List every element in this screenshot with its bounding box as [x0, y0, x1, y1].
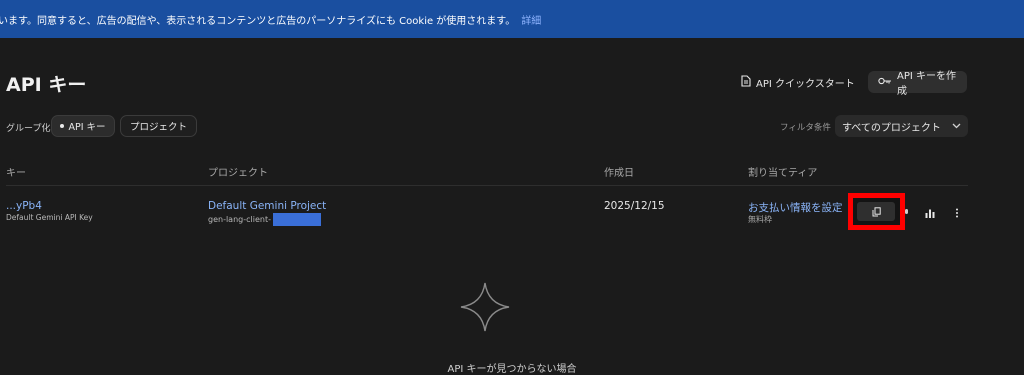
copy-key-button[interactable]: [857, 202, 895, 221]
redaction-box: [272, 213, 321, 226]
column-header-project: プロジェクト: [208, 168, 268, 179]
api-quickstart-button[interactable]: API クイックスタート: [737, 71, 859, 93]
column-header-created: 作成日: [604, 168, 634, 179]
document-icon: [741, 74, 751, 90]
usage-chart-button[interactable]: [922, 204, 938, 220]
project-filter-value: すべてのプロジェクト: [842, 122, 941, 134]
cookie-banner: います。同意すると、広告の配信や、表示されるコンテンツと広告のパーソナライズにも…: [0, 0, 1024, 38]
selected-dot-icon: [60, 124, 65, 128]
cookie-banner-text: います。同意すると、広告の配信や、表示されるコンテンツと広告のパーソナライズにも…: [0, 15, 516, 27]
api-key-name: Default Gemini API Key: [6, 213, 93, 222]
sparkle-icon: [459, 281, 511, 333]
bar-chart-icon: [925, 203, 935, 222]
group-by-api-key-chip[interactable]: API キー: [51, 115, 115, 137]
column-header-tier: 割り当てティア: [748, 168, 818, 179]
set-billing-link[interactable]: お支払い情報を設定: [748, 200, 843, 215]
group-by-api-key-label: API キー: [68, 122, 106, 133]
created-date: 2025/12/15: [604, 200, 665, 212]
tier-label: 無料枠: [748, 215, 772, 224]
api-quickstart-label: API クイックスタート: [756, 78, 855, 90]
create-api-key-label: API キーを作成: [897, 71, 956, 97]
project-id: gen-lang-client-: [208, 213, 321, 226]
cookie-details-link[interactable]: 詳細: [521, 12, 541, 27]
more-options-button[interactable]: [949, 204, 965, 220]
column-header-key: キー: [6, 168, 26, 179]
group-by-label: グループ化: [6, 124, 51, 134]
project-link[interactable]: Default Gemini Project: [208, 200, 326, 212]
key-icon: [878, 77, 892, 88]
create-api-key-button[interactable]: API キーを作成: [868, 71, 967, 97]
api-key-link[interactable]: ...yPb4: [6, 200, 42, 212]
more-vert-icon: [955, 203, 959, 222]
project-id-text: gen-lang-client-: [208, 215, 271, 224]
project-filter-select[interactable]: すべてのプロジェクト: [835, 115, 968, 137]
copy-icon: [872, 202, 881, 221]
table-header-divider: [6, 185, 968, 186]
chevron-down-icon: [952, 121, 961, 132]
group-by-project-label: プロジェクト: [129, 122, 187, 133]
partial-icon: [905, 209, 908, 214]
page-title: API キー: [6, 74, 87, 96]
group-by-project-chip[interactable]: プロジェクト: [120, 115, 197, 137]
filter-label: フィルタ条件: [780, 123, 831, 133]
